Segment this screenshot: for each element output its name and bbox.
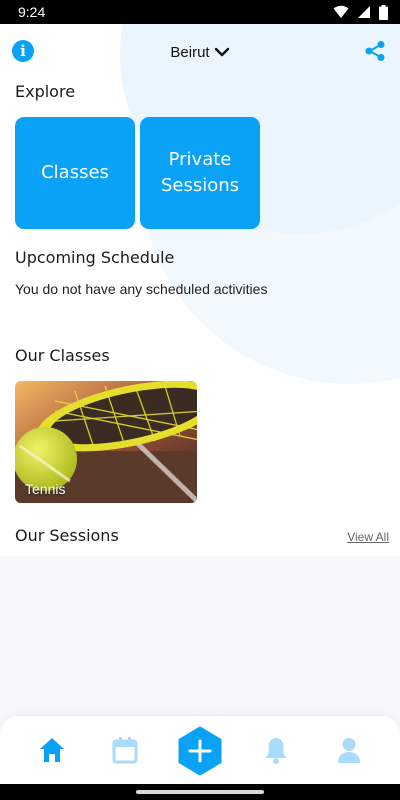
- calendar-icon[interactable]: [111, 736, 139, 764]
- profile-icon[interactable]: [335, 736, 363, 764]
- wifi-icon: [333, 5, 349, 18]
- city-selector[interactable]: Beirut: [170, 44, 229, 61]
- bottom-navigation: [0, 716, 400, 784]
- home-screen: i Beirut Explore Classes Private Session…: [0, 24, 400, 556]
- schedule-empty-text: You do not have any scheduled activities: [15, 281, 268, 297]
- classes-tile[interactable]: Classes: [15, 117, 135, 229]
- chevron-down-icon: [214, 47, 229, 57]
- home-icon[interactable]: [38, 736, 66, 764]
- share-icon[interactable]: [364, 40, 386, 62]
- status-icons: [333, 4, 388, 20]
- status-bar: 9:24: [0, 0, 400, 24]
- city-label: Beirut: [170, 43, 210, 61]
- gesture-bar-area: [0, 784, 400, 800]
- signal-icon: [358, 6, 370, 18]
- info-icon[interactable]: i: [12, 40, 34, 62]
- our-classes-title: Our Classes: [15, 346, 110, 365]
- battery-icon: [379, 4, 388, 20]
- add-icon[interactable]: [177, 726, 223, 776]
- class-card-label: Tennis: [25, 481, 66, 497]
- status-time: 9:24: [18, 4, 46, 20]
- top-header: i Beirut: [0, 38, 400, 66]
- private-sessions-tile[interactable]: Private Sessions: [140, 117, 260, 229]
- home-indicator[interactable]: [136, 790, 264, 794]
- upcoming-schedule-title: Upcoming Schedule: [15, 248, 175, 267]
- view-all-link[interactable]: View All: [347, 530, 389, 544]
- explore-title: Explore: [15, 82, 76, 101]
- bell-icon[interactable]: [262, 736, 290, 764]
- our-sessions-title: Our Sessions: [15, 526, 119, 545]
- class-card-tennis[interactable]: Tennis: [15, 381, 197, 503]
